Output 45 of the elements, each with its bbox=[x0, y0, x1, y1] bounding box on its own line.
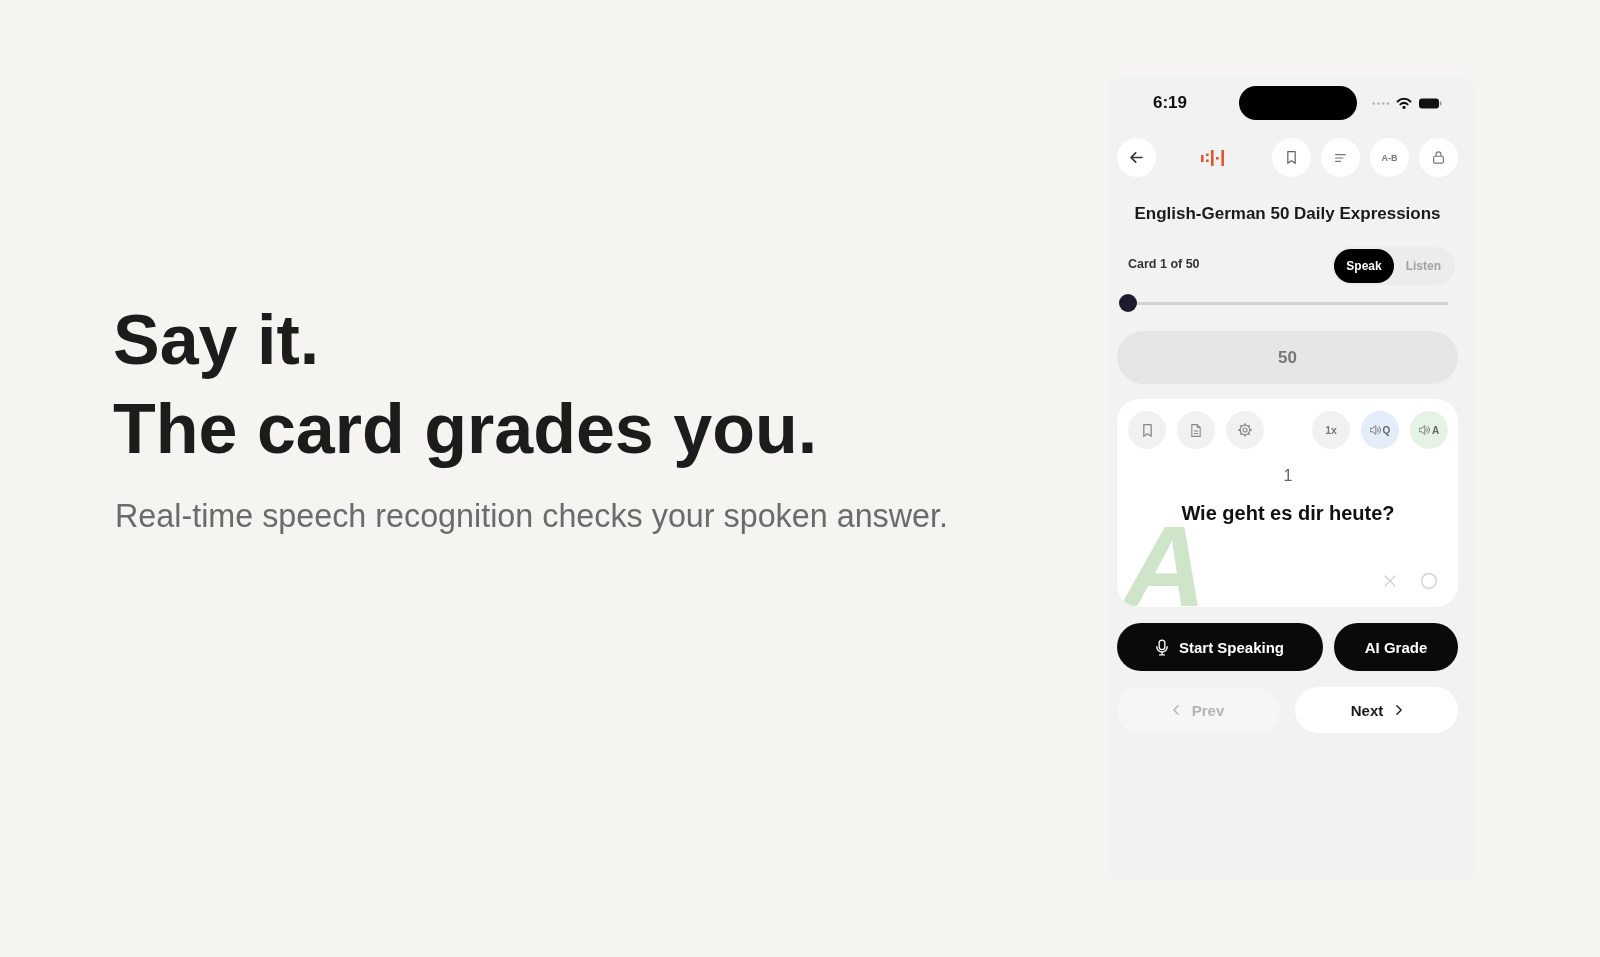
sort-button[interactable] bbox=[1321, 138, 1360, 177]
question-text: Wie geht es dir heute? bbox=[1181, 501, 1395, 526]
bookmark-button[interactable] bbox=[1128, 411, 1166, 449]
ai-grade-button[interactable]: AI Grade bbox=[1334, 623, 1458, 671]
document-icon bbox=[1191, 423, 1201, 437]
headline: The card grades you. bbox=[113, 389, 818, 470]
bookmark-button[interactable] bbox=[1272, 138, 1311, 177]
chevron-left-icon bbox=[1172, 705, 1179, 715]
back-button[interactable] bbox=[1117, 138, 1156, 177]
card-count-field[interactable]: 50 bbox=[1117, 331, 1458, 384]
bookmark-icon bbox=[1142, 423, 1152, 437]
headline: Say it. bbox=[113, 300, 320, 381]
compare-button[interactable]: A-B bbox=[1370, 138, 1409, 177]
lock-button[interactable] bbox=[1419, 138, 1458, 177]
sort-icon bbox=[1335, 153, 1346, 162]
settings-icon bbox=[1238, 423, 1252, 437]
speed-button[interactable]: 1x bbox=[1312, 411, 1350, 449]
card-number: 1 bbox=[1283, 466, 1293, 486]
card-counter: Card 1 of 50 bbox=[1128, 256, 1200, 272]
settings-button[interactable] bbox=[1226, 411, 1264, 449]
microphone-icon bbox=[1156, 638, 1168, 656]
start-speaking-button[interactable]: Start Speaking bbox=[1117, 623, 1323, 671]
subtitle: Real-time speech recognition checks your spoken answer. bbox=[115, 497, 948, 536]
speaker-icon bbox=[1369, 425, 1381, 435]
clock-time: 6:19 bbox=[1153, 93, 1188, 113]
deck-title: English-German 50 Daily Expressions bbox=[1134, 203, 1441, 225]
next-button[interactable]: Next bbox=[1295, 687, 1458, 733]
mode-tab[interactable]: Speak bbox=[1334, 249, 1394, 283]
notes-button[interactable] bbox=[1177, 411, 1215, 449]
back-arrow-icon bbox=[1130, 152, 1143, 163]
cross-icon[interactable] bbox=[1384, 575, 1396, 587]
battery-icon bbox=[1418, 97, 1442, 109]
speaker-icon bbox=[1418, 425, 1430, 435]
signal-dots-icon bbox=[1372, 101, 1390, 105]
lock-icon bbox=[1433, 151, 1444, 164]
play-audio-button[interactable]: Q bbox=[1361, 411, 1399, 449]
wifi-icon bbox=[1396, 97, 1412, 109]
slider-thumb[interactable] bbox=[1119, 294, 1137, 312]
audio-bars-icon[interactable] bbox=[1201, 149, 1224, 166]
play-audio-button[interactable]: A bbox=[1410, 411, 1448, 449]
bookmark-icon bbox=[1287, 151, 1296, 164]
audio-label: A bbox=[1431, 424, 1440, 436]
audio-label: Q bbox=[1382, 424, 1391, 436]
circle-icon[interactable] bbox=[1421, 573, 1437, 589]
chevron-right-icon bbox=[1396, 705, 1403, 715]
